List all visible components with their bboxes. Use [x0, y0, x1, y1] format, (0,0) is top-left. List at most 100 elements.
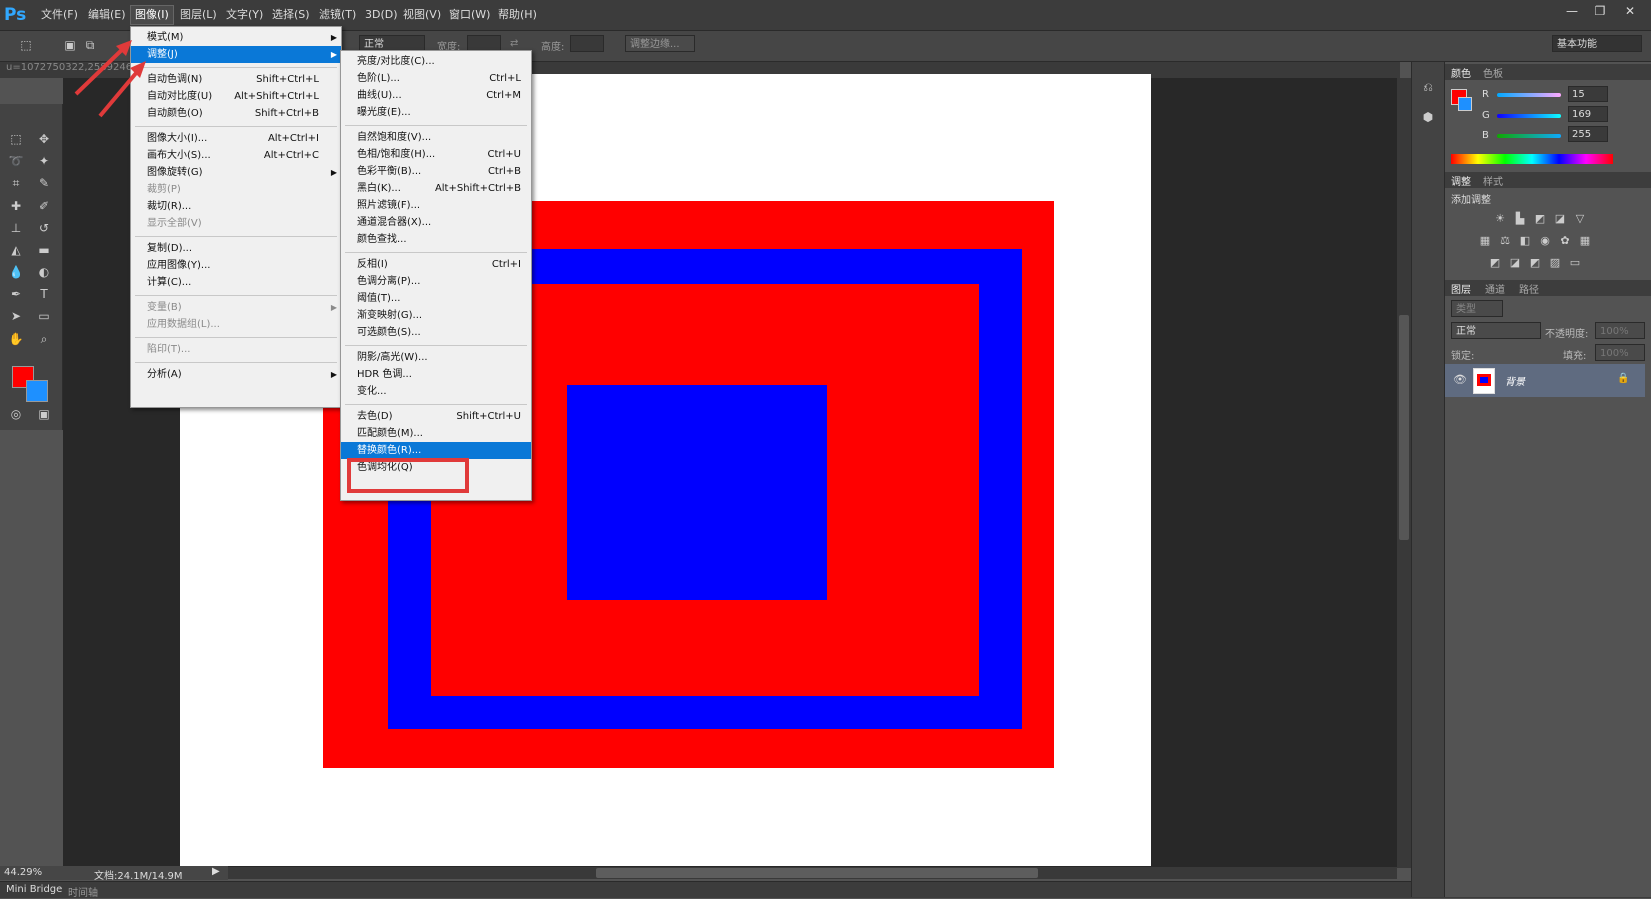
close-button[interactable]: ✕: [1618, 2, 1642, 20]
color-spectrum[interactable]: [1451, 154, 1613, 164]
horizontal-scroll-thumb[interactable]: [596, 868, 1038, 878]
adjust-menu-item[interactable]: 阈值(T)...: [341, 290, 531, 307]
crop-tool-icon[interactable]: ⌗: [6, 174, 26, 192]
image-menu-item[interactable]: 裁切(R)...: [131, 198, 341, 215]
status-arrow-icon[interactable]: ▶: [212, 866, 220, 877]
quick-mask-icon[interactable]: ◎: [6, 405, 26, 423]
refine-edge-button[interactable]: 调整边缘...: [625, 35, 695, 52]
levels-icon[interactable]: ▙: [1513, 213, 1527, 225]
history-panel-icon[interactable]: ⎌: [1418, 78, 1438, 96]
image-menu-item[interactable]: 分析(A) ▶: [131, 366, 341, 383]
menu-file[interactable]: 文件(F): [37, 6, 82, 24]
curves-icon[interactable]: ◩: [1533, 213, 1547, 225]
history-brush-icon[interactable]: ↺: [34, 219, 54, 237]
tab-channels[interactable]: 通道: [1485, 281, 1505, 296]
eraser-tool-icon[interactable]: ◭: [6, 241, 26, 259]
swap-icon[interactable]: ⇄: [510, 38, 518, 49]
menu-view[interactable]: 视图(V): [399, 6, 445, 24]
image-menu-item[interactable]: 复制(D)...: [131, 240, 341, 257]
height-input[interactable]: [570, 35, 604, 52]
zoom-tool-icon[interactable]: ⌕: [34, 330, 54, 348]
channel-mixer-icon[interactable]: ✿: [1558, 235, 1572, 247]
vertical-scroll-thumb[interactable]: [1399, 315, 1409, 540]
image-menu-item[interactable]: 应用图像(Y)...: [131, 257, 341, 274]
g-slider[interactable]: [1497, 114, 1561, 118]
zoom-level[interactable]: 44.29%: [4, 867, 42, 878]
healing-brush-icon[interactable]: ✚: [6, 197, 26, 215]
r-slider[interactable]: [1497, 93, 1561, 97]
tab-adjustments[interactable]: 调整: [1451, 173, 1471, 188]
tab-mini-bridge[interactable]: Mini Bridge: [6, 884, 62, 895]
lasso-tool-icon[interactable]: ➰: [6, 152, 26, 170]
gradient-map-icon[interactable]: ▭: [1568, 257, 1582, 269]
blend-mode-select[interactable]: 正常: [1451, 322, 1541, 339]
tab-styles[interactable]: 样式: [1483, 173, 1503, 188]
minimize-button[interactable]: —: [1560, 2, 1584, 20]
menu-edit[interactable]: 编辑(E): [84, 6, 130, 24]
posterize-icon[interactable]: ◪: [1508, 257, 1522, 269]
menu-image[interactable]: 图像(I): [130, 5, 174, 25]
type-tool-icon[interactable]: T: [34, 285, 54, 303]
color-lookup-icon[interactable]: ▦: [1578, 235, 1592, 247]
adjust-menu-item[interactable]: 黑白(K)... Alt+Shift+Ctrl+B: [341, 180, 531, 197]
3d-panel-icon[interactable]: ⬢: [1418, 108, 1438, 126]
background-color-swatch[interactable]: [26, 380, 48, 402]
menu-3d[interactable]: 3D(D): [361, 6, 402, 24]
doc-info[interactable]: 文档:24.1M/14.9M: [94, 867, 183, 882]
adjust-menu-item[interactable]: 可选颜色(S)...: [341, 324, 531, 341]
image-menu-item[interactable]: 计算(C)...: [131, 274, 341, 291]
workspace-select[interactable]: 基本功能: [1552, 35, 1642, 52]
layer-filter-select[interactable]: 类型: [1451, 300, 1503, 317]
panel-bg-swatch[interactable]: [1458, 97, 1472, 111]
rectangle-tool-icon[interactable]: ▭: [34, 307, 54, 325]
adjust-menu-item[interactable]: 亮度/对比度(C)...: [341, 53, 531, 70]
b-slider[interactable]: [1497, 134, 1561, 138]
adjust-menu-item[interactable]: 阴影/高光(W)...: [341, 349, 531, 366]
marquee-tool-icon[interactable]: ⬚: [6, 130, 26, 148]
fill-input[interactable]: 100%: [1595, 344, 1645, 361]
tab-paths[interactable]: 路径: [1519, 281, 1539, 296]
marquee-preset-icon[interactable]: ⬚: [16, 36, 36, 54]
layer-name[interactable]: 背景: [1505, 373, 1525, 388]
image-menu-item[interactable]: 画布大小(S)... Alt+Ctrl+C: [131, 147, 341, 164]
magic-wand-icon[interactable]: ✦: [34, 152, 54, 170]
exposure-icon[interactable]: ◪: [1553, 213, 1567, 225]
adjust-menu-item[interactable]: 曲线(U)... Ctrl+M: [341, 87, 531, 104]
dodge-tool-icon[interactable]: ◐: [34, 263, 54, 281]
adjust-menu-item[interactable]: 渐变映射(G)...: [341, 307, 531, 324]
adjust-menu-item[interactable]: 通道混合器(X)...: [341, 214, 531, 231]
adjust-menu-item[interactable]: 反相(I) Ctrl+I: [341, 256, 531, 273]
screen-mode-icon[interactable]: ▣: [34, 405, 54, 423]
adjust-menu-item[interactable]: 色彩平衡(B)... Ctrl+B: [341, 163, 531, 180]
menu-help[interactable]: 帮助(H): [494, 6, 541, 24]
layer-row-background[interactable]: 👁 背景 🔒: [1445, 364, 1645, 397]
adjust-menu-item[interactable]: 色相/饱和度(H)... Ctrl+U: [341, 146, 531, 163]
image-menu-item[interactable]: 图像大小(I)... Alt+Ctrl+I: [131, 130, 341, 147]
photo-filter-icon[interactable]: ◉: [1538, 235, 1552, 247]
color-balance-icon[interactable]: ⚖: [1498, 235, 1512, 247]
r-value[interactable]: 15: [1568, 86, 1608, 102]
adjust-menu-item[interactable]: 去色(D) Shift+Ctrl+U: [341, 408, 531, 425]
adjust-menu-item[interactable]: 替换颜色(R)...: [341, 442, 531, 459]
selective-color-icon[interactable]: ▨: [1548, 257, 1562, 269]
b-value[interactable]: 255: [1568, 126, 1608, 142]
menu-filter[interactable]: 滤镜(T): [315, 6, 360, 24]
move-tool-icon[interactable]: ✥: [34, 130, 54, 148]
opacity-input[interactable]: 100%: [1595, 322, 1645, 339]
invert-icon[interactable]: ◩: [1488, 257, 1502, 269]
adjust-menu-item[interactable]: 曝光度(E)...: [341, 104, 531, 121]
black-white-icon[interactable]: ◧: [1518, 235, 1532, 247]
hand-tool-icon[interactable]: ✋: [6, 330, 26, 348]
tab-swatches[interactable]: 色板: [1483, 65, 1503, 80]
vibrance-icon[interactable]: ▽: [1573, 213, 1587, 225]
visibility-eye-icon[interactable]: 👁: [1453, 373, 1467, 386]
image-menu-item[interactable]: 图像旋转(G) ▶: [131, 164, 341, 181]
restore-button[interactable]: ❐: [1588, 2, 1612, 20]
adjust-menu-item[interactable]: 色阶(L)... Ctrl+L: [341, 70, 531, 87]
tab-color[interactable]: 颜色: [1451, 65, 1471, 80]
menu-layer[interactable]: 图层(L): [176, 6, 221, 24]
eyedropper-icon[interactable]: ✎: [34, 174, 54, 192]
adjust-menu-item[interactable]: 颜色查找...: [341, 231, 531, 248]
brush-tool-icon[interactable]: ✐: [34, 197, 54, 215]
tab-layers[interactable]: 图层: [1451, 281, 1471, 296]
